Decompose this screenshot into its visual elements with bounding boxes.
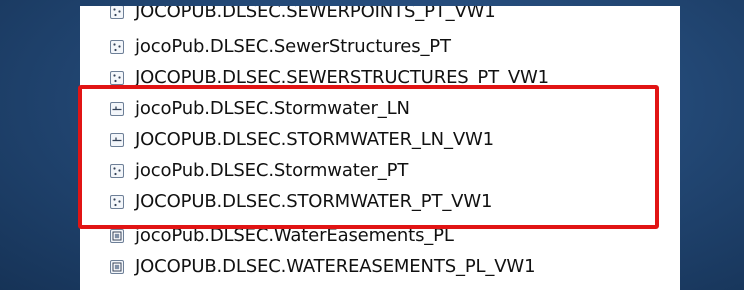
line-feature-icon: [110, 101, 124, 116]
list-item[interactable]: JOCOPUB.DLSEC.STORMWATER_LN_VW1: [110, 127, 494, 152]
point-feature-icon: [110, 6, 124, 19]
list-item[interactable]: JOCOPUB.DLSEC.WATEREASEMENTS_PL_VW1: [110, 254, 536, 279]
layer-name: jocoPub.DLSEC.WaterEasements_PL: [135, 225, 454, 246]
layer-name: jocoPub.DLSEC.Stormwater_LN: [135, 98, 410, 119]
list-item[interactable]: JOCOPUB.DLSEC.SEWERPOINTS_PT_VW1: [110, 6, 496, 24]
line-feature-icon: [110, 132, 124, 147]
list-item[interactable]: jocoPub.DLSEC.SewerStructures_PT: [110, 34, 451, 59]
point-feature-icon: [110, 39, 124, 54]
layer-name: jocoPub.DLSEC.SewerStructures_PT: [135, 36, 451, 57]
point-feature-icon: [110, 163, 124, 178]
layer-name: JOCOPUB.DLSEC.SEWERSTRUCTURES_PT_VW1: [135, 67, 549, 88]
feature-class-list: JOCOPUB.DLSEC.SEWERPOINTS_PT_VW1 jocoPub…: [80, 6, 680, 290]
point-feature-icon: [110, 194, 124, 209]
polygon-feature-icon: [110, 259, 124, 274]
list-item[interactable]: jocoPub.DLSEC.Stormwater_LN: [110, 96, 410, 121]
layer-name: JOCOPUB.DLSEC.STORMWATER_PT_VW1: [135, 191, 493, 212]
list-item[interactable]: JOCOPUB.DLSEC.STORMWATER_PT_VW1: [110, 189, 492, 214]
layer-name: JOCOPUB.DLSEC.STORMWATER_LN_VW1: [135, 129, 494, 150]
point-feature-icon: [110, 70, 124, 85]
list-item[interactable]: jocoPub.DLSEC.WaterEasements_PL: [110, 223, 454, 248]
layer-name: JOCOPUB.DLSEC.SEWERPOINTS_PT_VW1: [135, 6, 496, 22]
layer-name: JOCOPUB.DLSEC.WATEREASEMENTS_PL_VW1: [135, 256, 536, 277]
layer-name: jocoPub.DLSEC.Stormwater_PT: [135, 160, 409, 181]
list-item[interactable]: jocoPub.DLSEC.Stormwater_PT: [110, 158, 408, 183]
polygon-feature-icon: [110, 228, 124, 243]
list-item[interactable]: JOCOPUB.DLSEC.SEWERSTRUCTURES_PT_VW1: [110, 65, 549, 90]
